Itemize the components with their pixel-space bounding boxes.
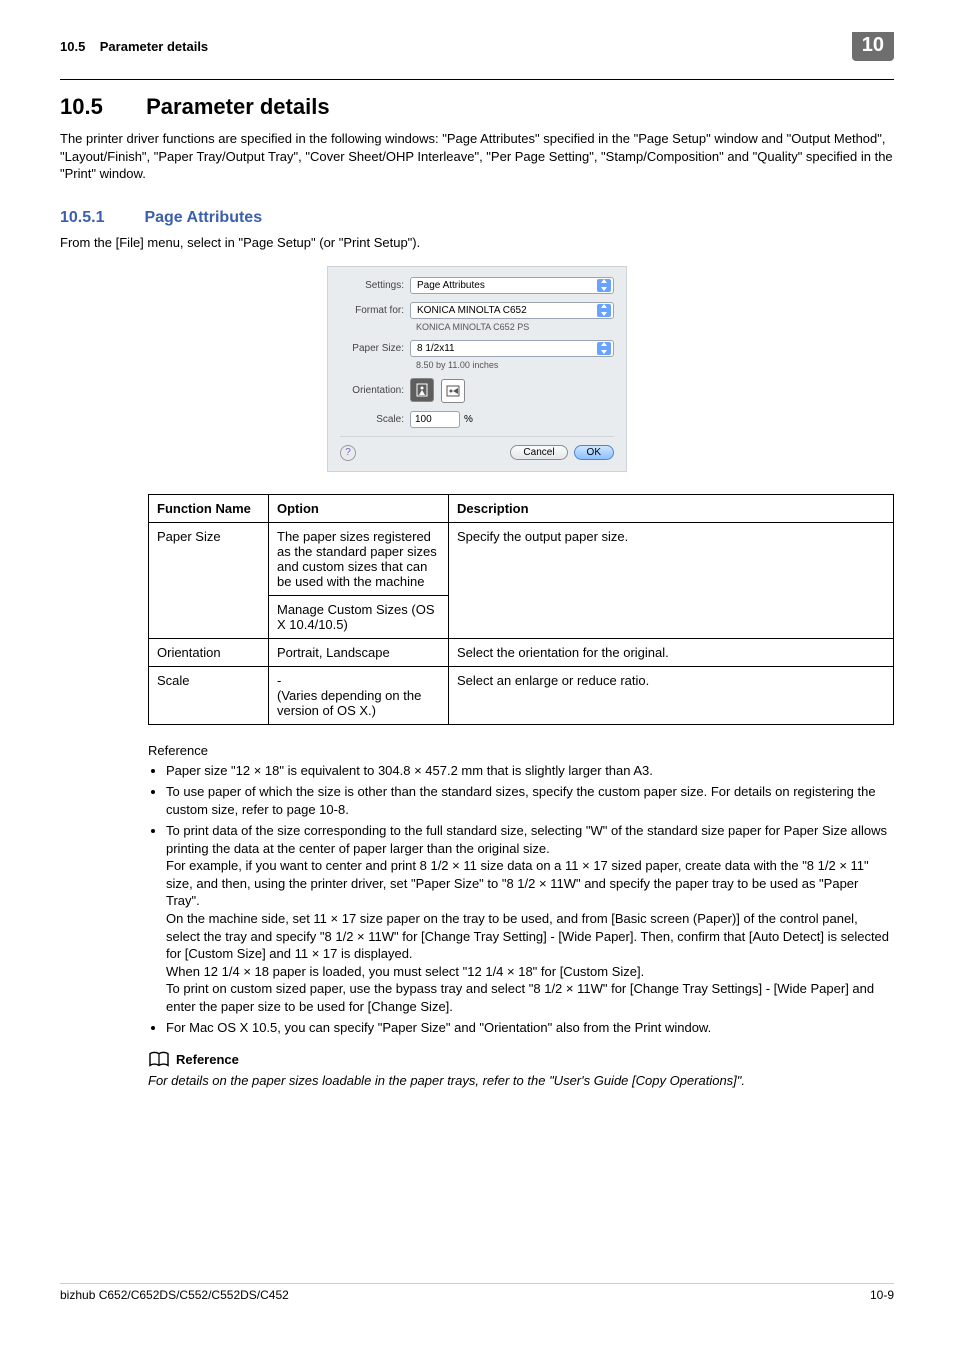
list-item: To use paper of which the size is other … bbox=[166, 783, 894, 818]
cell-fn: Orientation bbox=[149, 638, 269, 666]
parameter-table: Function Name Option Description Paper S… bbox=[148, 494, 894, 725]
cell-fn: Paper Size bbox=[149, 522, 269, 638]
th-option: Option bbox=[269, 494, 449, 522]
footer-page-number: 10-9 bbox=[870, 1288, 894, 1302]
orientation-label: Orientation: bbox=[340, 385, 410, 396]
reference-callout-text: For details on the paper sizes loadable … bbox=[148, 1073, 894, 1088]
subsection-heading: 10.5.1 Page Attributes bbox=[60, 209, 894, 227]
footer-product: bizhub C652/C652DS/C552/C552DS/C452 bbox=[60, 1288, 289, 1302]
paper-size-subnote: 8.50 by 11.00 inches bbox=[416, 360, 614, 370]
list-item: To print data of the size corresponding … bbox=[166, 822, 894, 1015]
section-heading: 10.5 Parameter details bbox=[60, 94, 894, 120]
cell-opt: Manage Custom Sizes (OS X 10.4/10.5) bbox=[269, 595, 449, 638]
reference-callout: Reference bbox=[148, 1051, 894, 1069]
settings-label: Settings: bbox=[340, 280, 410, 291]
list-item: For Mac OS X 10.5, you can specify "Pape… bbox=[166, 1019, 894, 1037]
cell-opt: Portrait, Landscape bbox=[269, 638, 449, 666]
section-number: 10.5 bbox=[60, 94, 140, 120]
table-row: Orientation Portrait, Landscape Select t… bbox=[149, 638, 894, 666]
page-header: 10.5 Parameter details 10 bbox=[60, 32, 894, 61]
reference-callout-title: Reference bbox=[176, 1052, 239, 1067]
scale-label: Scale: bbox=[340, 414, 410, 425]
format-for-value: KONICA MINOLTA C652 bbox=[417, 305, 527, 316]
cell-desc: Select an enlarge or reduce ratio. bbox=[449, 666, 894, 724]
cell-opt: The paper sizes registered as the standa… bbox=[269, 522, 449, 595]
chapter-badge: 10 bbox=[852, 32, 894, 61]
ok-button[interactable]: OK bbox=[574, 445, 614, 460]
dialog-separator bbox=[340, 436, 614, 437]
subsection-title: Page Attributes bbox=[144, 209, 262, 226]
orientation-portrait-button[interactable] bbox=[410, 378, 434, 402]
th-function-name: Function Name bbox=[149, 494, 269, 522]
breadcrumb: 10.5 Parameter details bbox=[60, 39, 852, 54]
cell-fn: Scale bbox=[149, 666, 269, 724]
scale-input[interactable]: 100 bbox=[410, 411, 460, 428]
scale-value: 100 bbox=[415, 414, 432, 425]
paper-size-select[interactable]: 8 1/2x11 bbox=[410, 340, 614, 357]
chevron-updown-icon bbox=[597, 304, 611, 317]
list-item: Paper size "12 × 18" is equivalent to 30… bbox=[166, 762, 894, 780]
page-footer: bizhub C652/C652DS/C552/C552DS/C452 10-9 bbox=[60, 1283, 894, 1302]
cancel-button[interactable]: Cancel bbox=[510, 445, 567, 460]
table-row: Paper Size The paper sizes registered as… bbox=[149, 522, 894, 595]
cell-desc: Specify the output paper size. bbox=[449, 522, 894, 638]
breadcrumb-title: Parameter details bbox=[100, 39, 208, 54]
chevron-updown-icon bbox=[597, 279, 611, 292]
paper-size-label: Paper Size: bbox=[340, 343, 410, 354]
subsection-lead: From the [File] menu, select in "Page Se… bbox=[60, 235, 894, 250]
section-intro: The printer driver functions are specifi… bbox=[60, 130, 894, 183]
help-icon[interactable]: ? bbox=[340, 445, 356, 461]
settings-select[interactable]: Page Attributes bbox=[410, 277, 614, 294]
chevron-updown-icon bbox=[597, 342, 611, 355]
book-icon bbox=[148, 1051, 170, 1069]
scale-unit: % bbox=[464, 414, 473, 425]
page-setup-dialog: Settings: Page Attributes Format for: KO… bbox=[327, 266, 627, 472]
header-rule bbox=[60, 79, 894, 80]
format-for-label: Format for: bbox=[340, 305, 410, 316]
cell-opt: - (Varies depending on the version of OS… bbox=[269, 666, 449, 724]
settings-value: Page Attributes bbox=[417, 280, 485, 291]
breadcrumb-section-number: 10.5 bbox=[60, 39, 85, 54]
format-for-subnote: KONICA MINOLTA C652 PS bbox=[416, 322, 614, 332]
cell-desc: Select the orientation for the original. bbox=[449, 638, 894, 666]
orientation-landscape-button[interactable] bbox=[441, 379, 465, 403]
reference-label: Reference bbox=[148, 743, 894, 758]
subsection-number: 10.5.1 bbox=[60, 209, 140, 227]
section-title: Parameter details bbox=[146, 94, 329, 119]
format-for-select[interactable]: KONICA MINOLTA C652 bbox=[410, 302, 614, 319]
table-row: Scale - (Varies depending on the version… bbox=[149, 666, 894, 724]
reference-list: Paper size "12 × 18" is equivalent to 30… bbox=[166, 762, 894, 1037]
th-description: Description bbox=[449, 494, 894, 522]
paper-size-value: 8 1/2x11 bbox=[417, 343, 455, 354]
